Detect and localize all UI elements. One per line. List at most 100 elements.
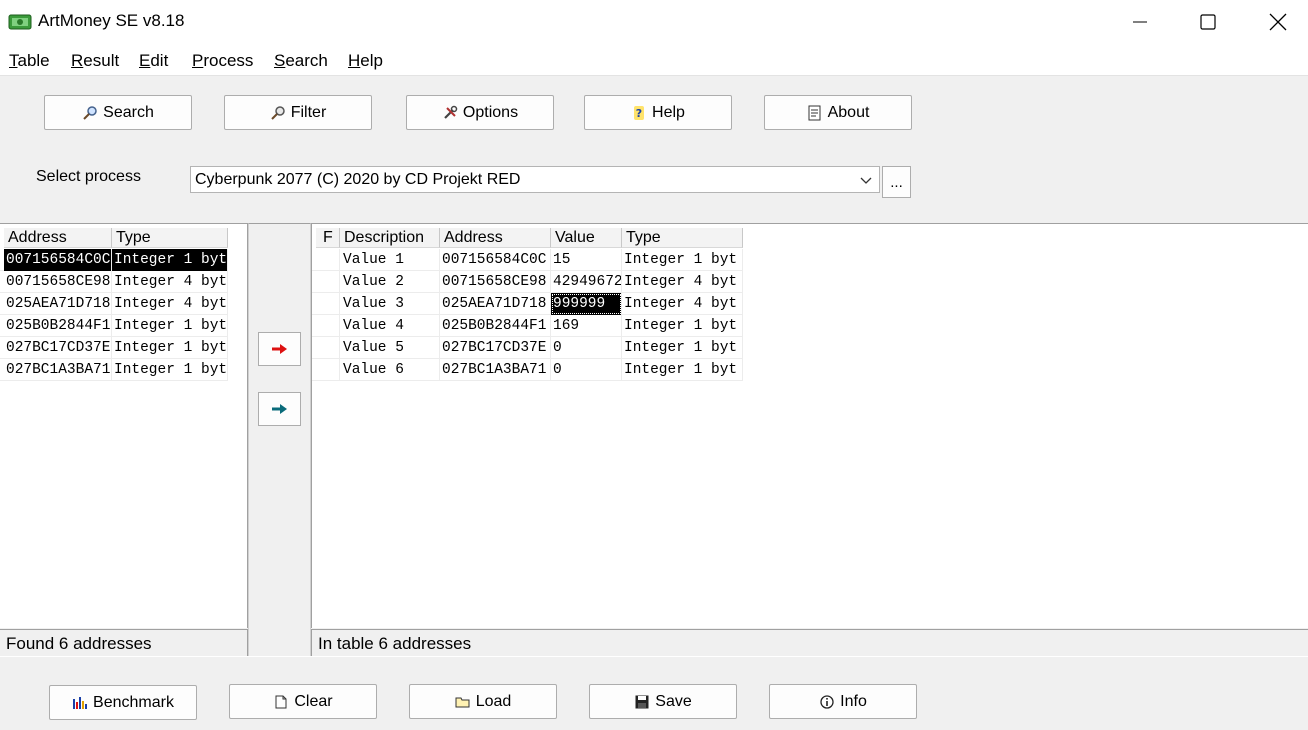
help-button-label: Help — [652, 103, 685, 121]
freeze-cell[interactable] — [316, 293, 340, 315]
blank-page-icon — [273, 694, 289, 710]
search-result-row[interactable]: 007156584C0C Integer 1 byt — [0, 249, 228, 271]
tools-icon — [442, 105, 458, 121]
help-button[interactable]: ? Help — [584, 95, 732, 130]
floppy-icon — [634, 694, 650, 710]
table-row[interactable]: Value 4 025B0B2844F1 169 Integer 1 byt — [312, 315, 743, 337]
table-row[interactable]: Value 1 007156584C0C 15 Integer 1 byt — [312, 249, 743, 271]
save-button-label: Save — [655, 692, 692, 710]
freeze-cell[interactable] — [316, 315, 340, 337]
search-result-row[interactable]: 027BC1A3BA71 Integer 1 byt — [0, 359, 228, 381]
value-cell[interactable]: 0 — [551, 359, 622, 381]
teal-arrow-right-icon — [271, 404, 287, 414]
info-icon — [819, 694, 835, 710]
table-row[interactable]: Value 6 027BC1A3BA71 0 Integer 1 byt — [312, 359, 743, 381]
select-process-label: Select process — [36, 168, 141, 185]
type-cell: Integer 1 byt — [622, 359, 743, 381]
col-header-address[interactable]: Address — [440, 228, 551, 248]
cheat-table-panel[interactable]: F Description Address Value Type Value 1… — [311, 223, 1308, 628]
address-cell: 027BC17CD37E — [440, 337, 551, 359]
freeze-cell[interactable] — [316, 249, 340, 271]
process-dropdown[interactable]: Cyberpunk 2077 (C) 2020 by CD Projekt RE… — [190, 166, 880, 193]
info-button[interactable]: Info — [769, 684, 917, 719]
app-icon — [8, 10, 32, 34]
col-header-address[interactable]: Address — [4, 228, 112, 248]
freeze-cell[interactable] — [316, 271, 340, 293]
result-address-cell: 025AEA71D718 — [4, 293, 112, 315]
search-result-row[interactable]: 027BC17CD37E Integer 1 byt — [0, 337, 228, 359]
search-results-panel[interactable]: Address Type 007156584C0C Integer 1 byt 00… — [0, 223, 248, 628]
search-button-label: Search — [103, 103, 154, 121]
description-cell: Value 3 — [340, 293, 440, 315]
filter-button[interactable]: Filter — [224, 95, 372, 130]
col-header-f[interactable]: F — [316, 228, 340, 248]
search-result-row[interactable]: 025AEA71D718 Integer 4 byt — [0, 293, 228, 315]
type-cell: Integer 4 byt — [622, 293, 743, 315]
benchmark-button[interactable]: Benchmark — [49, 685, 197, 720]
address-cell: 00715658CE98 — [440, 271, 551, 293]
process-more-button[interactable]: ... — [882, 166, 911, 198]
chevron-down-icon — [859, 173, 873, 192]
load-button[interactable]: Load — [409, 684, 557, 719]
menu-bar: Table Result Edit Process Search Help — [0, 44, 1308, 76]
add-all-to-table-button[interactable] — [258, 392, 301, 426]
table-row[interactable]: Value 5 027BC17CD37E 0 Integer 1 byt — [312, 337, 743, 359]
transfer-strip — [248, 223, 311, 656]
result-type-cell: Integer 1 byt — [112, 359, 228, 381]
result-type-cell: Integer 1 byt — [112, 249, 228, 271]
col-header-value[interactable]: Value — [551, 228, 622, 248]
result-type-cell: Integer 4 byt — [112, 293, 228, 315]
search-result-row[interactable]: 00715658CE98 Integer 4 byt — [0, 271, 228, 293]
title-bar: ArtMoney SE v8.18 — [0, 0, 1308, 44]
benchmark-button-label: Benchmark — [93, 693, 174, 711]
minimize-button[interactable] — [1105, 0, 1175, 44]
about-button[interactable]: About — [764, 95, 912, 130]
close-button[interactable] — [1243, 0, 1308, 44]
maximize-button[interactable] — [1173, 0, 1243, 44]
value-cell[interactable]: 0 — [551, 337, 622, 359]
menu-search[interactable]: Search — [274, 51, 328, 71]
menu-help[interactable]: Help — [348, 51, 383, 71]
value-cell[interactable]: 999999 — [551, 293, 622, 315]
menu-result[interactable]: Result — [71, 51, 119, 71]
clear-button[interactable]: Clear — [229, 684, 377, 719]
options-button-label: Options — [462, 103, 519, 121]
clear-button-label: Clear — [294, 692, 333, 710]
options-button[interactable]: Options — [406, 95, 554, 130]
search-button[interactable]: Search — [44, 95, 192, 130]
result-address-cell: 027BC17CD37E — [4, 337, 112, 359]
col-header-description[interactable]: Description — [340, 228, 440, 248]
table-status: In table 6 addresses — [311, 629, 1308, 656]
menu-edit[interactable]: Edit — [139, 51, 168, 71]
menu-table[interactable]: Table — [9, 51, 50, 71]
magnifier-icon — [82, 105, 98, 121]
value-cell[interactable]: 169 — [551, 315, 622, 337]
table-row[interactable]: Value 3 025AEA71D718 999999 Integer 4 byt — [312, 293, 743, 315]
search-result-row[interactable]: 025B0B2844F1 Integer 1 byt — [0, 315, 228, 337]
menu-process[interactable]: Process — [192, 51, 253, 71]
address-cell: 025B0B2844F1 — [440, 315, 551, 337]
description-cell: Value 5 — [340, 337, 440, 359]
type-cell: Integer 4 byt — [622, 271, 743, 293]
freeze-cell[interactable] — [316, 337, 340, 359]
type-cell: Integer 1 byt — [622, 337, 743, 359]
value-cell[interactable]: 15 — [551, 249, 622, 271]
result-address-cell: 025B0B2844F1 — [4, 315, 112, 337]
svg-text:?: ? — [636, 107, 642, 120]
table-row[interactable]: Value 2 00715658CE98 42949672 Integer 4 byt — [312, 271, 743, 293]
col-header-type[interactable]: Type — [622, 228, 743, 248]
add-to-table-button[interactable] — [258, 332, 301, 366]
question-icon: ? — [631, 105, 647, 121]
freeze-cell[interactable] — [316, 359, 340, 381]
save-button[interactable]: Save — [589, 684, 737, 719]
result-type-cell: Integer 1 byt — [112, 315, 228, 337]
load-button-label: Load — [475, 692, 512, 710]
value-cell[interactable]: 42949672 — [551, 271, 622, 293]
process-dropdown-value: Cyberpunk 2077 (C) 2020 by CD Projekt RE… — [195, 171, 521, 188]
filter-button-label: Filter — [290, 103, 327, 121]
result-address-cell: 007156584C0C — [4, 249, 112, 271]
address-cell: 007156584C0C — [440, 249, 551, 271]
address-cell: 025AEA71D718 — [440, 293, 551, 315]
result-address-cell: 027BC1A3BA71 — [4, 359, 112, 381]
col-header-type[interactable]: Type — [112, 228, 228, 248]
